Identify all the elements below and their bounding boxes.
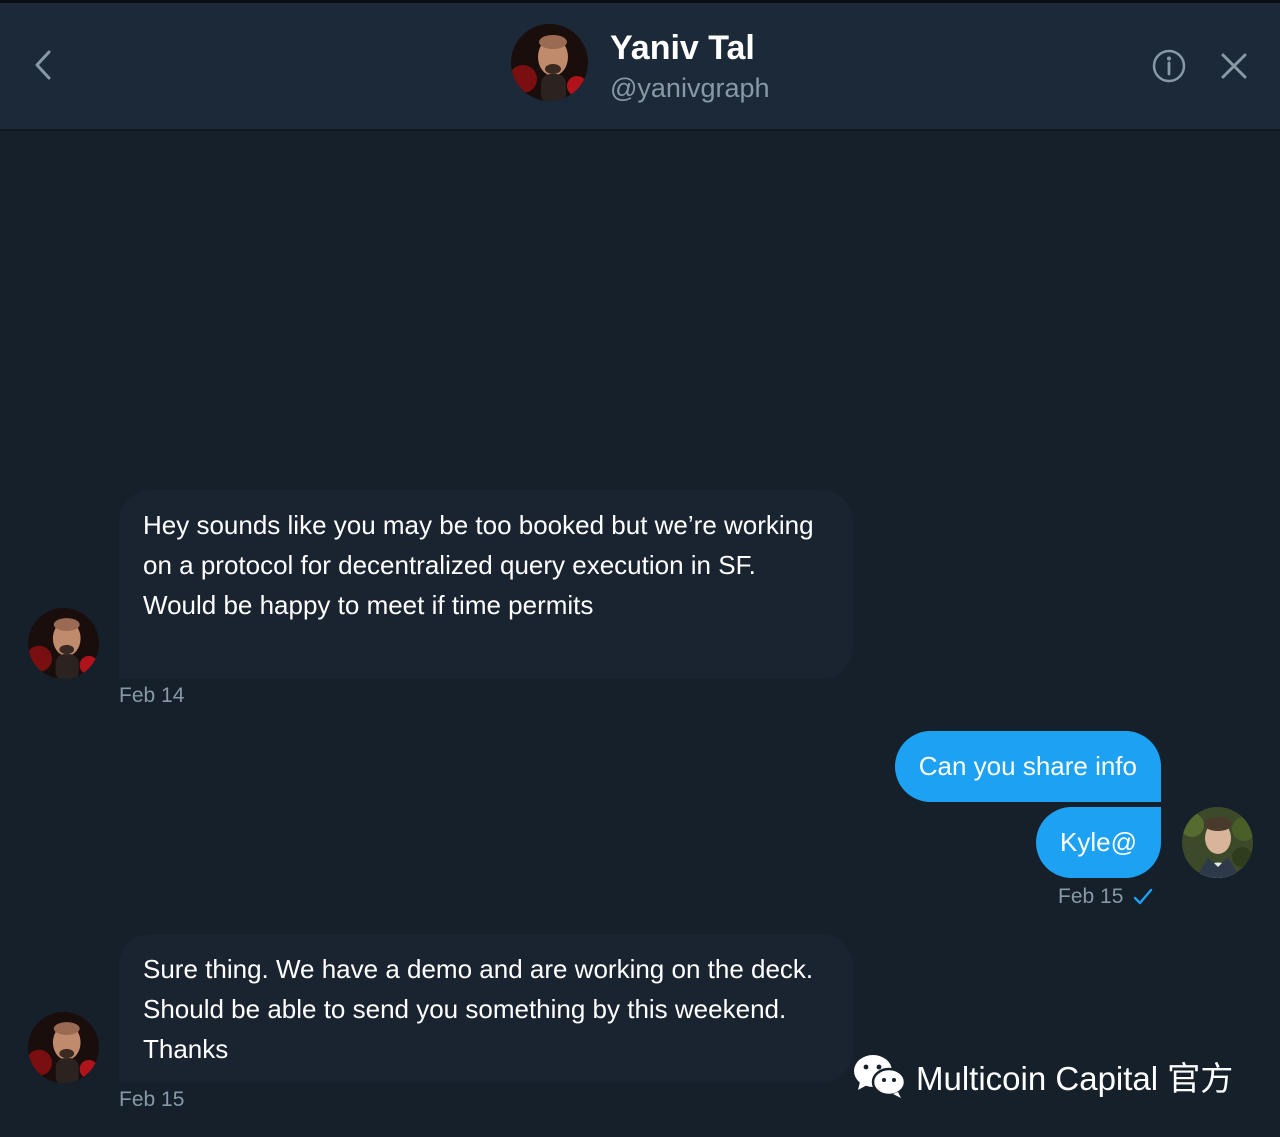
message-timestamp: Feb 15 [119,1088,185,1111]
conversation-header: Yaniv Tal @yanivgraph [0,3,1280,131]
back-button[interactable] [22,43,66,87]
info-button[interactable] [1147,44,1191,88]
contact-handle[interactable]: @yanivgraph [610,73,770,104]
message-timestamp: Feb 15 [1058,885,1153,909]
close-icon [1221,53,1247,79]
watermark-text: Multicoin Capital 官方 [916,1060,1234,1097]
wechat-icon [854,1055,907,1098]
user-avatar[interactable] [1182,807,1253,878]
message-bubble-incoming[interactable]: Sure thing. We have a demo and are worki… [119,934,853,1083]
contact-avatar[interactable] [28,1012,99,1083]
info-icon [1152,49,1186,83]
timestamp-label: Feb 15 [1058,885,1124,908]
close-button[interactable] [1212,44,1256,88]
message-timestamp: Feb 14 [119,684,185,707]
checkmark-icon [1134,888,1153,905]
watermark: Multicoin Capital 官方 [852,1050,1233,1102]
message-bubble-outgoing[interactable]: Can you share info [894,731,1161,802]
contact-avatar[interactable] [511,24,588,101]
message-bubble-incoming[interactable]: Hey sounds like you may be too booked bu… [119,490,853,679]
chevron-left-icon [35,50,51,80]
contact-avatar[interactable] [28,608,99,679]
contact-name[interactable]: Yaniv Tal [610,29,755,68]
message-bubble-outgoing[interactable]: Kyle@ [1036,807,1161,878]
